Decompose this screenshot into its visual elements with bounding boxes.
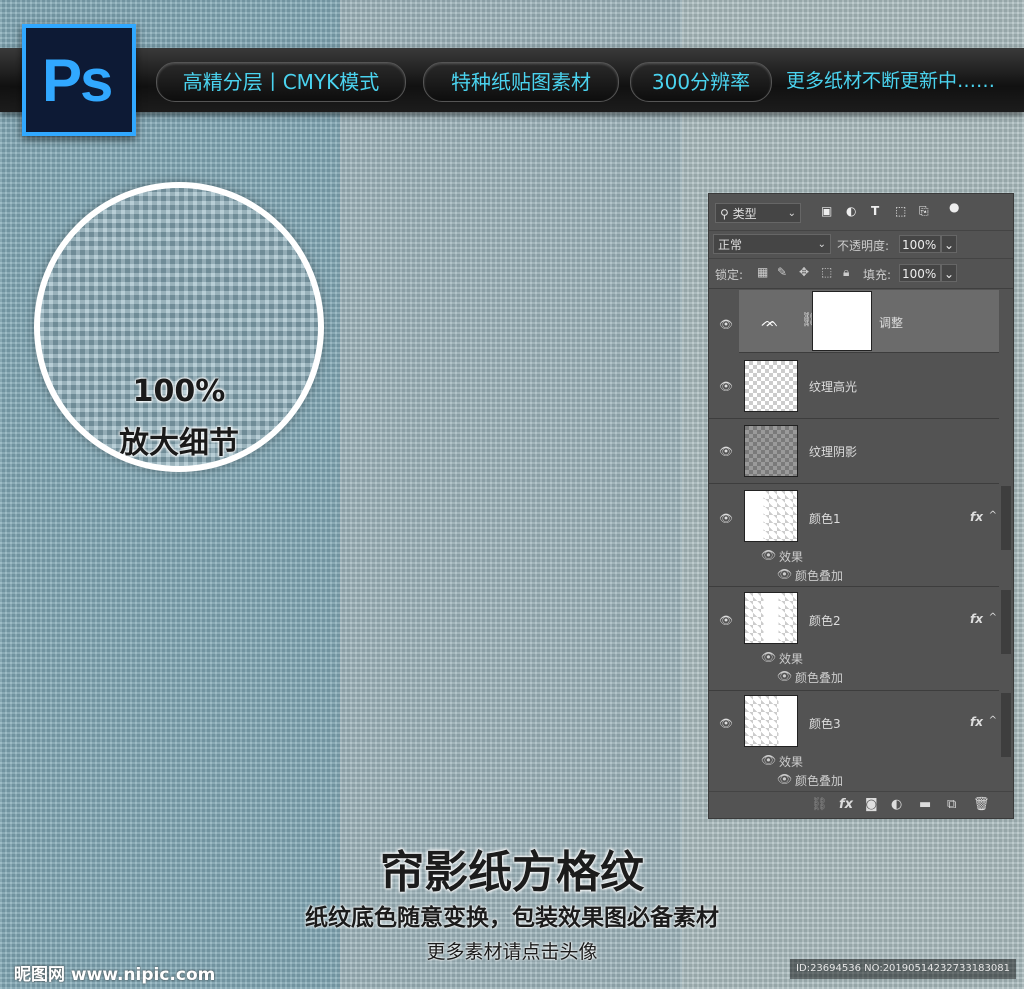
trash-icon[interactable]: 🗑︎ <box>973 797 990 812</box>
feature-pill-layers: 高精分层丨CMYK模式 <box>156 62 406 102</box>
collapse-chevron-icon[interactable]: ^ <box>989 612 997 623</box>
effect-color-overlay[interactable]: 颜色叠加 <box>795 567 843 584</box>
layer-thumbnail <box>744 425 798 477</box>
blend-row: 正常 ⌄ 不透明度: 100% ⌄ <box>709 230 1013 259</box>
levels-histogram-icon: ᨏ <box>761 314 779 330</box>
adjustment-icon[interactable]: ◐ <box>891 797 902 812</box>
fx-badge-icon[interactable]: fx <box>970 510 983 524</box>
lock-label: 锁定: <box>715 268 744 282</box>
shape-icon[interactable]: ⬚ <box>895 204 906 218</box>
new-layer-icon[interactable]: ⧉ <box>947 797 956 812</box>
opacity-input[interactable]: 100% <box>899 235 941 253</box>
effects-label: 效果 <box>779 755 804 769</box>
filter-label: 类型 <box>732 207 757 221</box>
layer-color-2[interactable]: 👁︎ 颜色2 fx ^ 👁︎ 效果 👁︎ 颜色叠加 <box>709 588 999 691</box>
search-icon: ⚲ <box>720 207 729 221</box>
mask-icon[interactable]: ◙ <box>865 797 878 812</box>
link-icon[interactable]: ⛓︎ <box>811 797 828 812</box>
layer-thumbnail <box>744 592 798 644</box>
layer-color-1[interactable]: 👁︎ 颜色1 fx ^ 👁︎ 效果 👁︎ 颜色叠加 <box>709 484 999 587</box>
layer-filter-select[interactable]: ⚲ 类型 ⌄ <box>715 203 801 223</box>
opacity-label: 不透明度: <box>837 239 890 253</box>
toggle-icon[interactable]: ● <box>949 200 959 214</box>
zoom-caption: 放大细节 <box>119 426 239 461</box>
more-materials-text: 更多纸材不断更新中…… <box>786 70 996 92</box>
layer-name: 调整 <box>879 316 904 330</box>
filter-row: ⚲ 类型 ⌄ ▣ ◐ T ⬚ ⎘ ● <box>709 194 1013 231</box>
layer-name: 纹理高光 <box>809 380 858 394</box>
image-id-bar: ID:23694536 NO:20190514232733183081 <box>790 959 1016 979</box>
visibility-eye-icon[interactable]: 👁︎ <box>719 318 733 331</box>
adjustment-icon[interactable]: ◐ <box>846 204 856 218</box>
effect-color-overlay[interactable]: 颜色叠加 <box>795 669 843 686</box>
fx-badge-icon[interactable]: fx <box>970 715 983 729</box>
layer-name: 颜色1 <box>809 512 841 526</box>
fill-chevron-icon[interactable]: ⌄ <box>941 264 957 282</box>
effects-eye-icon[interactable]: 👁︎ <box>761 650 776 664</box>
effects-label: 效果 <box>779 550 804 564</box>
lock-brush-icon[interactable]: ✎ <box>777 265 787 279</box>
effect-eye-icon[interactable]: 👁︎ <box>777 567 792 581</box>
fill-input[interactable]: 100% <box>899 264 941 282</box>
blend-mode-value: 正常 <box>718 238 743 252</box>
collapse-chevron-icon[interactable]: ^ <box>989 715 997 726</box>
main-title: 帘影纸方格纹 <box>380 847 644 898</box>
layer-thumbnail <box>744 695 798 747</box>
visibility-eye-icon[interactable]: 👁︎ <box>719 717 733 730</box>
lock-transparency-icon[interactable]: ▦ <box>757 265 768 279</box>
photoshop-logo: Ps <box>22 24 136 136</box>
feature-pill-resolution: 300分辨率 <box>630 62 772 102</box>
lock-row: 锁定: ▦ ✎ ✥ ⬚ 🔒︎ 填充: 100% ⌄ <box>709 258 1013 289</box>
text-icon[interactable]: T <box>871 204 879 218</box>
scrollbar-thumb[interactable] <box>1001 590 1011 654</box>
folder-icon[interactable]: ▬ <box>919 797 931 812</box>
effect-eye-icon[interactable]: 👁︎ <box>777 669 792 683</box>
visibility-eye-icon[interactable]: 👁︎ <box>719 445 733 458</box>
lock-move-icon[interactable]: ✥ <box>799 265 809 279</box>
visibility-eye-icon[interactable]: 👁︎ <box>719 512 733 525</box>
lock-all-icon[interactable]: 🔒︎ <box>843 265 849 280</box>
layer-color-3[interactable]: 👁︎ 颜色3 fx ^ 👁︎ 效果 👁︎ 颜色叠加 <box>709 691 999 793</box>
effects-eye-icon[interactable]: 👁︎ <box>761 548 776 562</box>
layer-texture-shadow[interactable]: 👁︎ 纹理阴影 <box>709 419 999 484</box>
opacity-chevron-icon[interactable]: ⌄ <box>941 235 957 253</box>
layer-name: 纹理阴影 <box>809 445 858 459</box>
collapse-chevron-icon[interactable]: ^ <box>989 510 997 521</box>
layer-name: 颜色3 <box>809 717 841 731</box>
chevron-down-icon: ⌄ <box>817 239 826 250</box>
effects-eye-icon[interactable]: 👁︎ <box>761 753 776 767</box>
blend-mode-select[interactable]: 正常 ⌄ <box>713 234 831 254</box>
fx-icon[interactable]: fx <box>839 797 853 812</box>
feature-pill-material: 特种纸贴图素材 <box>423 62 619 102</box>
subtitle: 纸纹底色随意变换，包装效果图必备素材 <box>305 905 719 931</box>
scrollbar-thumb[interactable] <box>1001 693 1011 757</box>
logo-text: Ps <box>42 47 113 114</box>
image-icon[interactable]: ▣ <box>821 204 832 218</box>
layers-bottom-toolbar: ⛓︎ fx ◙ ◐ ▬ ⧉ 🗑︎ <box>709 791 1013 818</box>
effect-eye-icon[interactable]: 👁︎ <box>777 772 792 786</box>
layers-panel: ⚲ 类型 ⌄ ▣ ◐ T ⬚ ⎘ ● 正常 ⌄ 不透明度: 100% ⌄ 锁定: ▦… <box>708 193 1014 819</box>
smart-object-icon[interactable]: ⎘ <box>919 204 929 219</box>
visibility-eye-icon[interactable]: 👁︎ <box>719 614 733 627</box>
effects-label: 效果 <box>779 652 804 666</box>
zoom-percent: 100% <box>132 374 226 409</box>
layer-name: 颜色2 <box>809 614 841 628</box>
lock-artboard-icon[interactable]: ⬚ <box>821 265 832 279</box>
fx-badge-icon[interactable]: fx <box>970 612 983 626</box>
layer-thumbnail <box>744 490 798 542</box>
fill-label: 填充: <box>863 268 892 282</box>
nipic-watermark: 昵图网 www.nipic.com <box>14 965 216 985</box>
mask-thumbnail[interactable] <box>812 291 872 351</box>
visibility-eye-icon[interactable]: 👁︎ <box>719 380 733 393</box>
effect-color-overlay[interactable]: 颜色叠加 <box>795 772 843 789</box>
layer-thumbnail <box>744 360 798 412</box>
zoom-detail-circle: 100% 放大细节 <box>34 182 324 472</box>
chevron-down-icon: ⌄ <box>787 208 796 219</box>
layer-texture-highlight[interactable]: 👁︎ 纹理高光 <box>709 354 999 419</box>
scrollbar-thumb[interactable] <box>1001 486 1011 550</box>
